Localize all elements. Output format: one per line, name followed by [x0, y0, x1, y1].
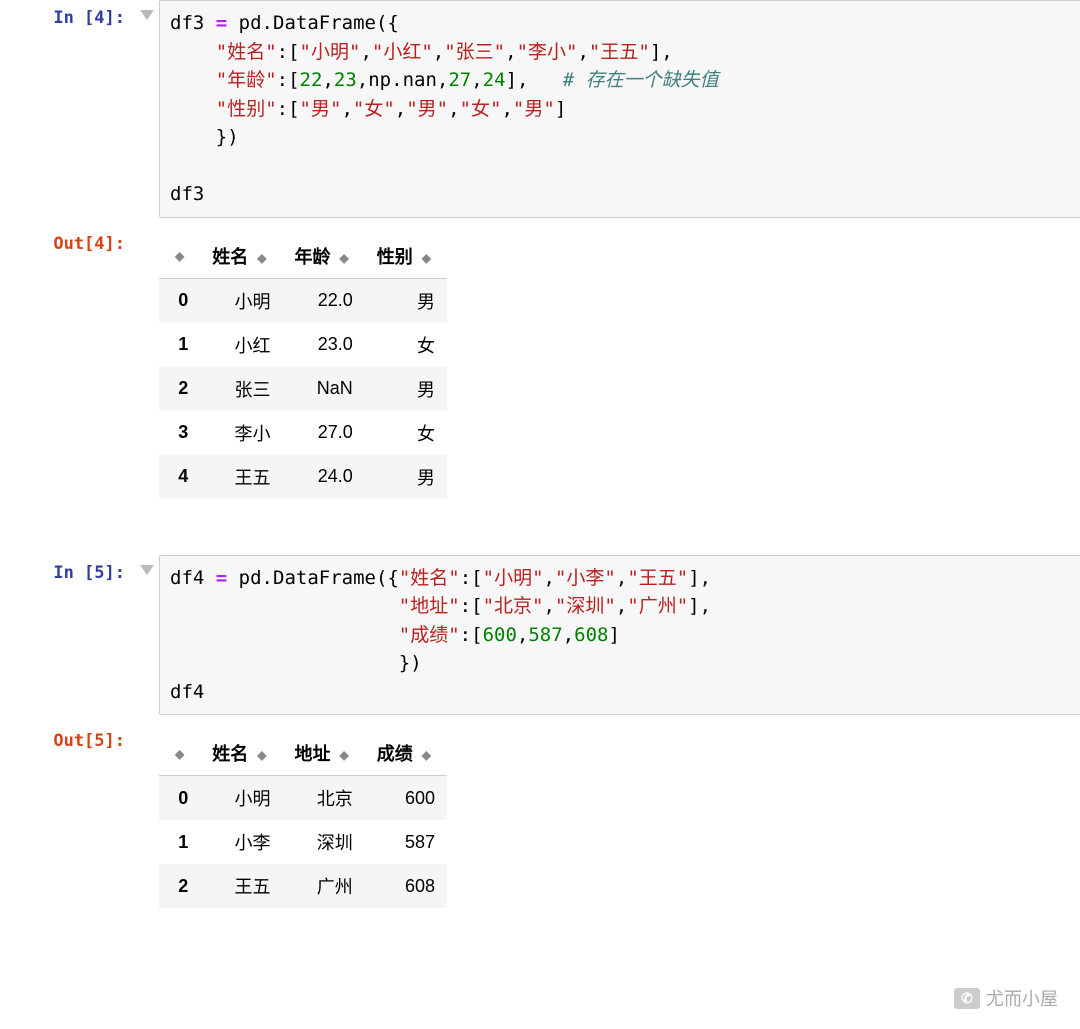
sort-icon: ◆	[175, 250, 184, 262]
table-header-row: ◆ 姓名 ◆ 地址 ◆ 成绩 ◆	[159, 731, 447, 776]
col-header[interactable]: 性别 ◆	[365, 234, 447, 279]
dataframe-table: ◆ 姓名 ◆ 地址 ◆ 成绩 ◆ 0小明北京600 1小李深圳587 2王五广州…	[159, 731, 447, 908]
watermark: ✆ 尤而小屋	[954, 985, 1058, 1011]
input-cell-5: In [5]: df4 = pd.DataFrame({"姓名":["小明","…	[0, 555, 1080, 716]
col-header[interactable]: 成绩 ◆	[365, 731, 447, 776]
out-prompt: Out[5]:	[0, 723, 135, 916]
output-area: ◆ 姓名 ◆ 年龄 ◆ 性别 ◆ 0小明22.0男 1小红23.0女 2张三Na…	[159, 226, 1080, 507]
table-header-row: ◆ 姓名 ◆ 年龄 ◆ 性别 ◆	[159, 234, 447, 279]
cell-toggle[interactable]	[135, 555, 159, 716]
code-editor[interactable]: df4 = pd.DataFrame({"姓名":["小明","小李","王五"…	[159, 555, 1080, 716]
output-spacer	[135, 723, 159, 916]
table-row: 4王五24.0男	[159, 455, 447, 499]
table-row: 0小明北京600	[159, 776, 447, 821]
col-header[interactable]: 年龄 ◆	[282, 234, 364, 279]
sort-icon: ◆	[422, 252, 431, 264]
sort-icon: ◆	[340, 252, 349, 264]
output-area: ◆ 姓名 ◆ 地址 ◆ 成绩 ◆ 0小明北京600 1小李深圳587 2王五广州…	[159, 723, 1080, 916]
table-row: 2王五广州608	[159, 864, 447, 908]
in-prompt: In [4]:	[0, 0, 135, 218]
col-header[interactable]: 姓名 ◆	[200, 731, 282, 776]
dataframe-table: ◆ 姓名 ◆ 年龄 ◆ 性别 ◆ 0小明22.0男 1小红23.0女 2张三Na…	[159, 234, 447, 499]
col-header[interactable]: 地址 ◆	[282, 731, 364, 776]
input-cell-4: In [4]: df3 = pd.DataFrame({ "姓名":["小明",…	[0, 0, 1080, 218]
cell-toggle[interactable]	[135, 0, 159, 218]
output-cell-4: Out[4]: ◆ 姓名 ◆ 年龄 ◆ 性别 ◆ 0小明22.0男 1小红23.…	[0, 226, 1080, 507]
output-cell-5: Out[5]: ◆ 姓名 ◆ 地址 ◆ 成绩 ◆ 0小明北京600 1小李深圳5…	[0, 723, 1080, 916]
sort-icon: ◆	[175, 748, 184, 760]
index-header[interactable]: ◆	[159, 731, 200, 776]
table-row: 1小李深圳587	[159, 820, 447, 864]
table-row: 3李小27.0女	[159, 411, 447, 455]
col-header[interactable]: 姓名 ◆	[200, 234, 282, 279]
out-prompt: Out[4]:	[0, 226, 135, 507]
table-row: 0小明22.0男	[159, 278, 447, 323]
chevron-down-icon	[140, 565, 154, 575]
wechat-icon: ✆	[954, 988, 980, 1009]
sort-icon: ◆	[422, 749, 431, 761]
output-spacer	[135, 226, 159, 507]
code-editor[interactable]: df3 = pd.DataFrame({ "姓名":["小明","小红","张三…	[159, 0, 1080, 218]
in-prompt: In [5]:	[0, 555, 135, 716]
table-row: 2张三NaN男	[159, 367, 447, 411]
table-row: 1小红23.0女	[159, 323, 447, 367]
chevron-down-icon	[140, 10, 154, 20]
sort-icon: ◆	[257, 252, 266, 264]
index-header[interactable]: ◆	[159, 234, 200, 279]
watermark-text: 尤而小屋	[986, 985, 1058, 1011]
sort-icon: ◆	[340, 749, 349, 761]
sort-icon: ◆	[257, 749, 266, 761]
